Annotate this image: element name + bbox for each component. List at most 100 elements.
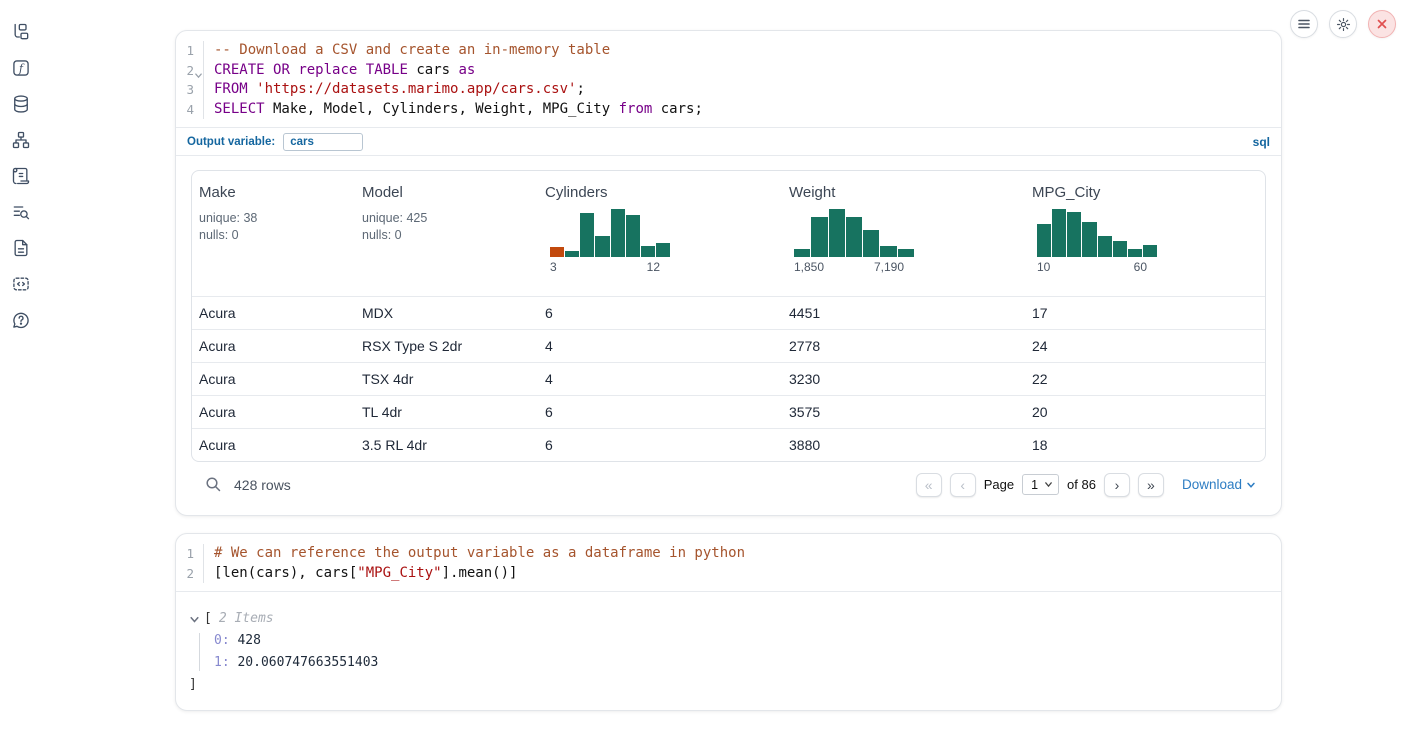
close-button[interactable] [1368, 10, 1396, 38]
column-name: Model [362, 184, 530, 201]
sidebar-item-file-explorer[interactable] [11, 22, 31, 42]
settings-button[interactable] [1329, 10, 1357, 38]
column-name: Cylinders [545, 184, 774, 201]
table-cell: TSX 4dr [355, 371, 538, 387]
table-row[interactable]: AcuraTSX 4dr4323022 [192, 362, 1265, 395]
histogram-bar [1128, 249, 1142, 257]
histogram-axis-labels: 1,8507,190 [794, 260, 914, 274]
axis-max-label: 60 [1134, 260, 1147, 274]
axis-min-label: 3 [550, 260, 557, 274]
sidebar-item-functions[interactable]: f [11, 58, 31, 78]
sidebar-item-snippets[interactable] [11, 274, 31, 294]
code-line: 2CREATE OR replace TABLE cars as [176, 61, 1281, 81]
table-row[interactable]: AcuraMDX6445117 [192, 296, 1265, 329]
code-snippet-icon [11, 274, 31, 294]
histogram-bar [626, 215, 640, 257]
table-cell: Acura [192, 371, 355, 387]
table-cell: 3880 [782, 437, 1025, 453]
code-text: [len(cars), cars["MPG_City"].mean()] [204, 564, 517, 584]
table-row[interactable]: AcuraTL 4dr6357520 [192, 395, 1265, 428]
column-header[interactable]: Modelunique: 425nulls: 0 [355, 171, 538, 296]
code-line: 2[len(cars), cars["MPG_City"].mean()] [176, 564, 1281, 584]
next-page-button[interactable]: › [1104, 473, 1130, 497]
line-number: 1 [176, 41, 204, 61]
tree-entry-value: 20.060747663551403 [230, 655, 379, 670]
tree-root[interactable]: [ 2 Items [189, 608, 1281, 630]
line-number: 1 [176, 544, 204, 564]
function-square-icon: f [11, 58, 31, 78]
histogram-bar [550, 247, 564, 257]
axis-min-label: 1,850 [794, 260, 824, 274]
open-bracket: [ [204, 608, 212, 630]
line-number: 2 [176, 61, 204, 81]
histogram-bar [811, 217, 827, 257]
sidebar-item-dependency-graph[interactable] [11, 130, 31, 150]
histogram-bar [641, 246, 655, 257]
code-line: 3FROM 'https://datasets.marimo.app/cars.… [176, 80, 1281, 100]
document-icon [11, 238, 31, 258]
table-cell: Acura [192, 338, 355, 354]
sql-cell-output: Makeunique: 38nulls: 0Modelunique: 425nu… [176, 156, 1281, 515]
table-cell: 3575 [782, 404, 1025, 420]
code-text: SELECT Make, Model, Cylinders, Weight, M… [204, 100, 703, 120]
histogram-bar [580, 213, 594, 257]
search-button[interactable] [201, 473, 225, 497]
sidebar-item-help[interactable] [11, 310, 31, 330]
tree-entry[interactable]: 0: 428 [214, 630, 1281, 652]
histogram-bars [794, 209, 914, 257]
last-page-button[interactable]: » [1138, 473, 1164, 497]
sidebar-item-datasources[interactable] [11, 94, 31, 114]
column-header[interactable]: Makeunique: 38nulls: 0 [192, 171, 355, 296]
table-cell: RSX Type S 2dr [355, 338, 538, 354]
table-footer: 428 rows « ‹ Page 1 of 86 › » Download [191, 462, 1266, 503]
histogram-bar [829, 209, 845, 257]
histogram-bar [565, 251, 579, 257]
output-variable-input[interactable] [283, 133, 363, 151]
table-cell: 17 [1025, 305, 1265, 321]
sidebar-item-documentation[interactable] [11, 238, 31, 258]
table-cell: 3230 [782, 371, 1025, 387]
download-label: Download [1182, 477, 1242, 492]
sql-cell: 1-- Download a CSV and create an in-memo… [175, 30, 1282, 516]
svg-text:f: f [18, 62, 25, 75]
table-cell: 24 [1025, 338, 1265, 354]
sidebar-item-logs[interactable] [11, 202, 31, 222]
tree-entry[interactable]: 1: 20.060747663551403 [214, 652, 1281, 674]
histogram-bar [898, 249, 914, 257]
histogram-bars [550, 209, 670, 257]
table-cell: 4451 [782, 305, 1025, 321]
histogram-bar [1082, 222, 1096, 257]
column-histogram[interactable]: 10 60 [1037, 209, 1157, 274]
histogram-bars [1037, 209, 1157, 257]
sql-code-editor[interactable]: 1-- Download a CSV and create an in-memo… [176, 31, 1281, 127]
menu-button[interactable] [1290, 10, 1318, 38]
column-histogram[interactable]: 312 [550, 209, 670, 274]
histogram-bar [611, 209, 625, 257]
search-icon [205, 476, 222, 493]
histogram-axis-labels: 312 [550, 260, 670, 274]
column-header[interactable]: Weight 1,8507,190 [782, 171, 1025, 296]
column-header[interactable]: MPG_City1060 [1025, 171, 1265, 296]
column-histogram[interactable]: 1,8507,190 [794, 209, 914, 274]
download-button[interactable]: Download [1182, 477, 1256, 492]
axis-min-label: 10 [1037, 260, 1050, 274]
table-cell: Acura [192, 404, 355, 420]
table-row[interactable]: AcuraRSX Type S 2dr4277824 [192, 329, 1265, 362]
table-row[interactable]: Acura3.5 RL 4dr6388018 [192, 428, 1265, 461]
table-cell: Acura [192, 437, 355, 453]
table-body: AcuraMDX6445117AcuraRSX Type S 2dr427782… [192, 296, 1265, 461]
table-cell: 6 [538, 305, 782, 321]
column-header[interactable]: Cylinders 312 [538, 171, 782, 296]
sidebar-item-scratchpad[interactable] [11, 166, 31, 186]
column-name: Weight [789, 184, 1017, 201]
scroll-icon [11, 166, 31, 186]
page-select[interactable]: 1 [1022, 474, 1059, 495]
table-cell: Acura [192, 305, 355, 321]
histogram-bar [846, 217, 862, 257]
line-number: 2 [176, 564, 204, 584]
histogram-bar [656, 243, 670, 257]
prev-page-button[interactable]: ‹ [950, 473, 976, 497]
python-code-editor[interactable]: 1# We can reference the output variable … [176, 534, 1281, 591]
line-number: 4 [176, 100, 204, 120]
first-page-button[interactable]: « [916, 473, 942, 497]
